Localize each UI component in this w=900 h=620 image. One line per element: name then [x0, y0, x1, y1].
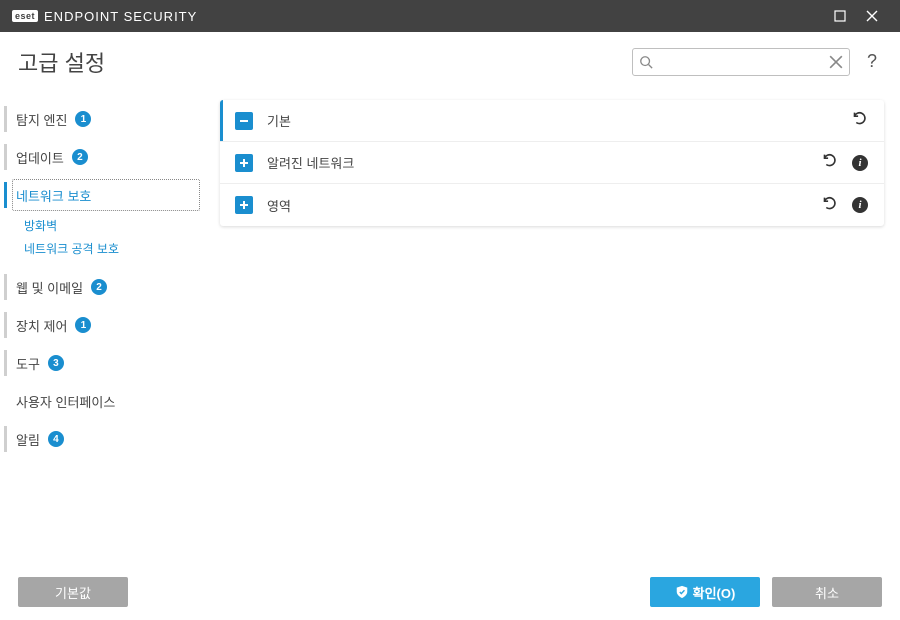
settings-card: 기본 알려진 네트워크 i [220, 100, 884, 226]
sidebar-item-label: 도구 [16, 354, 40, 373]
sidebar-item-network-protection[interactable]: 네트워크 보호 [4, 176, 206, 214]
sidebar-item-tools[interactable]: 도구 3 [4, 344, 206, 382]
sidebar-item-label: 네트워크 보호 [16, 186, 91, 205]
shield-icon [675, 585, 689, 599]
plus-icon [239, 200, 249, 210]
sidebar-item-label: 업데이트 [16, 148, 64, 167]
sidebar-item-update[interactable]: 업데이트 2 [4, 138, 206, 176]
close-icon [866, 10, 878, 22]
sidebar-subitem-network-attack-protection[interactable]: 네트워크 공격 보호 [4, 237, 206, 260]
badge: 1 [75, 317, 91, 333]
window-maximize-button[interactable] [824, 0, 856, 32]
section-label: 영역 [267, 196, 820, 215]
footer: 기본값 확인(O) 취소 [0, 564, 900, 620]
sidebar-item-label: 알림 [16, 430, 40, 449]
expand-toggle[interactable] [235, 196, 253, 214]
minus-icon [239, 116, 249, 126]
sidebar-subitem-firewall[interactable]: 방화벽 [4, 214, 206, 237]
undo-icon [820, 194, 838, 212]
ok-button[interactable]: 확인(O) [650, 577, 760, 607]
undo-button[interactable] [850, 109, 868, 132]
search-input[interactable] [653, 55, 829, 69]
header: 고급 설정 ? [0, 32, 900, 92]
content-area: 기본 알려진 네트워크 i [210, 92, 900, 564]
badge: 3 [48, 355, 64, 371]
search-icon [639, 55, 653, 69]
cancel-button[interactable]: 취소 [772, 577, 882, 607]
ok-button-label: 확인(O) [693, 583, 736, 602]
sidebar-item-alerts[interactable]: 알림 4 [4, 420, 206, 458]
maximize-icon [834, 10, 846, 22]
badge: 4 [48, 431, 64, 447]
sidebar: 탐지 엔진 1 업데이트 2 네트워크 보호 방화벽 네트워크 공격 보호 웹 … [0, 92, 210, 564]
collapse-toggle[interactable] [235, 112, 253, 130]
title-bar: eset ENDPOINT SECURITY [0, 0, 900, 32]
sidebar-item-label: 장치 제어 [16, 316, 67, 335]
sidebar-item-label: 탐지 엔진 [16, 110, 67, 129]
window-close-button[interactable] [856, 0, 888, 32]
brand-logo: eset [12, 10, 38, 22]
product-name: ENDPOINT SECURITY [44, 9, 197, 24]
section-basic[interactable]: 기본 [220, 100, 884, 142]
sidebar-item-label: 사용자 인터페이스 [16, 392, 115, 411]
section-label: 알려진 네트워크 [267, 153, 820, 172]
search-field[interactable] [632, 48, 850, 76]
clear-search-icon[interactable] [829, 55, 843, 69]
plus-icon [239, 158, 249, 168]
badge: 2 [72, 149, 88, 165]
page-title: 고급 설정 [18, 46, 105, 78]
help-button[interactable]: ? [862, 51, 882, 72]
default-button[interactable]: 기본값 [18, 577, 128, 607]
info-button[interactable]: i [852, 197, 868, 213]
sidebar-item-label: 웹 및 이메일 [16, 278, 83, 297]
undo-icon [820, 151, 838, 169]
badge: 2 [91, 279, 107, 295]
info-button[interactable]: i [852, 155, 868, 171]
section-zones[interactable]: 영역 i [220, 184, 884, 226]
body: 탐지 엔진 1 업데이트 2 네트워크 보호 방화벽 네트워크 공격 보호 웹 … [0, 92, 900, 564]
sidebar-item-user-interface[interactable]: 사용자 인터페이스 [4, 382, 206, 420]
sidebar-item-web-email[interactable]: 웹 및 이메일 2 [4, 268, 206, 306]
sidebar-item-device-control[interactable]: 장치 제어 1 [4, 306, 206, 344]
expand-toggle[interactable] [235, 154, 253, 172]
section-label: 기본 [267, 111, 850, 130]
section-known-networks[interactable]: 알려진 네트워크 i [220, 142, 884, 184]
badge: 1 [75, 111, 91, 127]
undo-button[interactable] [820, 151, 838, 174]
sidebar-item-detection-engine[interactable]: 탐지 엔진 1 [4, 100, 206, 138]
undo-icon [850, 109, 868, 127]
undo-button[interactable] [820, 194, 838, 217]
